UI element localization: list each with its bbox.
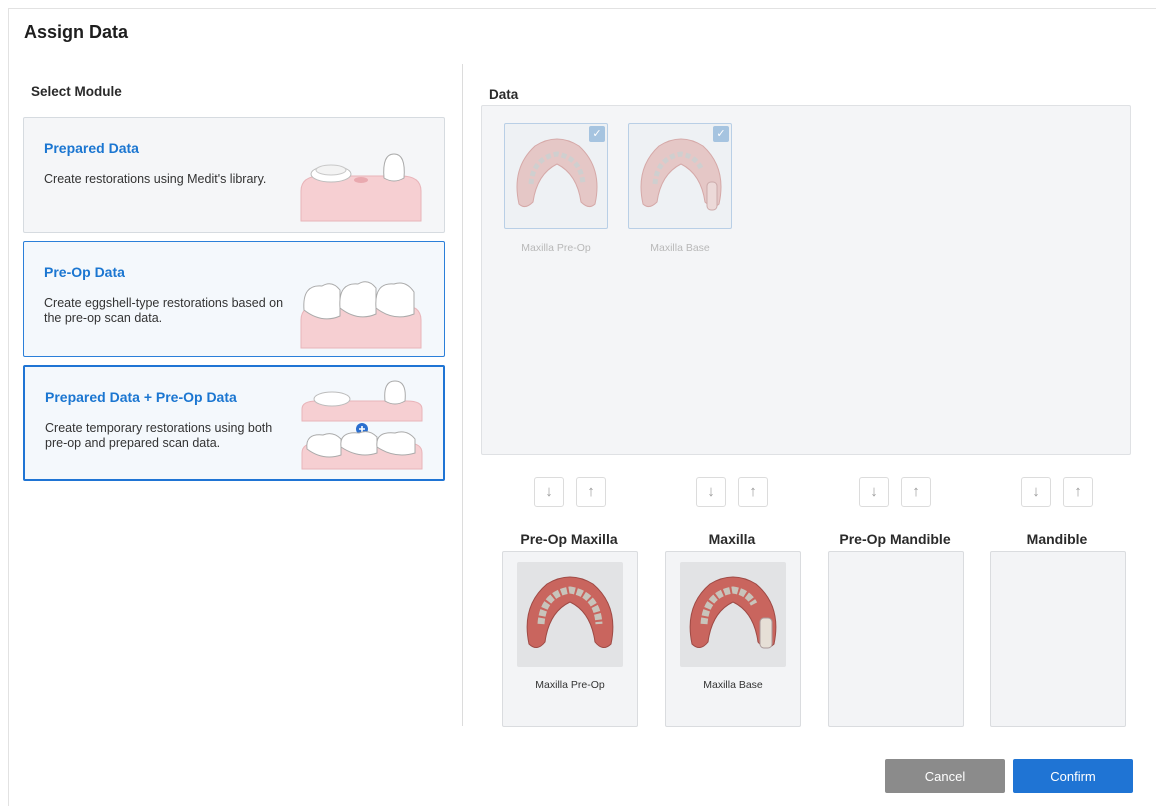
data-label: Data (489, 87, 519, 102)
move-up-pre-op-maxilla-button[interactable]: ↑ (576, 477, 606, 507)
slot-title-maxilla: Maxilla (708, 531, 756, 547)
select-module-label: Select Module (31, 84, 122, 99)
data-item-label: Maxilla Pre-Op (521, 242, 591, 254)
slot-pre-op-maxilla[interactable]: Maxilla Pre-Op (502, 551, 638, 727)
module-card-prepared-plus-pre-op[interactable]: Prepared Data + Pre-Op Data Create tempo… (23, 365, 445, 481)
combined-teeth-illustration (301, 380, 423, 470)
data-item-label: Maxilla Base (650, 242, 710, 254)
pre-op-teeth-illustration (300, 281, 422, 349)
data-item-maxilla-base[interactable]: ✓ (628, 123, 732, 229)
prepared-teeth-illustration (300, 153, 422, 222)
move-down-pre-op-mandible-button[interactable]: ↓ (859, 477, 889, 507)
module-title: Prepared Data (44, 140, 139, 156)
module-description: Create temporary restorations using both… (45, 421, 273, 450)
confirm-button[interactable]: Confirm (1013, 759, 1133, 793)
slot-maxilla[interactable]: Maxilla Base (665, 551, 801, 727)
cancel-button[interactable]: Cancel (885, 759, 1005, 793)
data-item-maxilla-pre-op[interactable]: ✓ (504, 123, 608, 229)
slot-title-mandible: Mandible (1026, 531, 1088, 547)
panel-divider (462, 64, 463, 726)
slot-label: Maxilla Base (703, 679, 763, 691)
slot-label: Maxilla Pre-Op (535, 679, 605, 691)
slot-thumbnail (680, 562, 786, 667)
module-title: Prepared Data + Pre-Op Data (45, 389, 237, 405)
move-up-mandible-button[interactable]: ↑ (1063, 477, 1093, 507)
dialog-title: Assign Data (24, 22, 129, 42)
module-description: Create eggshell-type restorations based … (44, 296, 284, 325)
slot-pre-op-mandible[interactable] (828, 551, 964, 727)
slot-thumbnail (517, 562, 623, 667)
slot-mandible[interactable] (990, 551, 1126, 727)
move-down-mandible-button[interactable]: ↓ (1021, 477, 1051, 507)
slot-title-pre-op-mandible: Pre-Op Mandible (839, 531, 951, 547)
move-down-maxilla-button[interactable]: ↓ (696, 477, 726, 507)
move-up-pre-op-mandible-button[interactable]: ↑ (901, 477, 931, 507)
module-card-prepared-data[interactable]: Prepared Data Create restorations using … (23, 117, 445, 233)
module-description: Create restorations using Medit's librar… (44, 172, 267, 186)
move-up-maxilla-button[interactable]: ↑ (738, 477, 768, 507)
check-icon: ✓ (589, 126, 605, 142)
module-card-pre-op-data[interactable]: Pre-Op Data Create eggshell-type restora… (23, 241, 445, 357)
move-down-pre-op-maxilla-button[interactable]: ↓ (534, 477, 564, 507)
check-icon: ✓ (713, 126, 729, 142)
module-title: Pre-Op Data (44, 264, 125, 280)
slot-title-pre-op-maxilla: Pre-Op Maxilla (520, 531, 618, 547)
